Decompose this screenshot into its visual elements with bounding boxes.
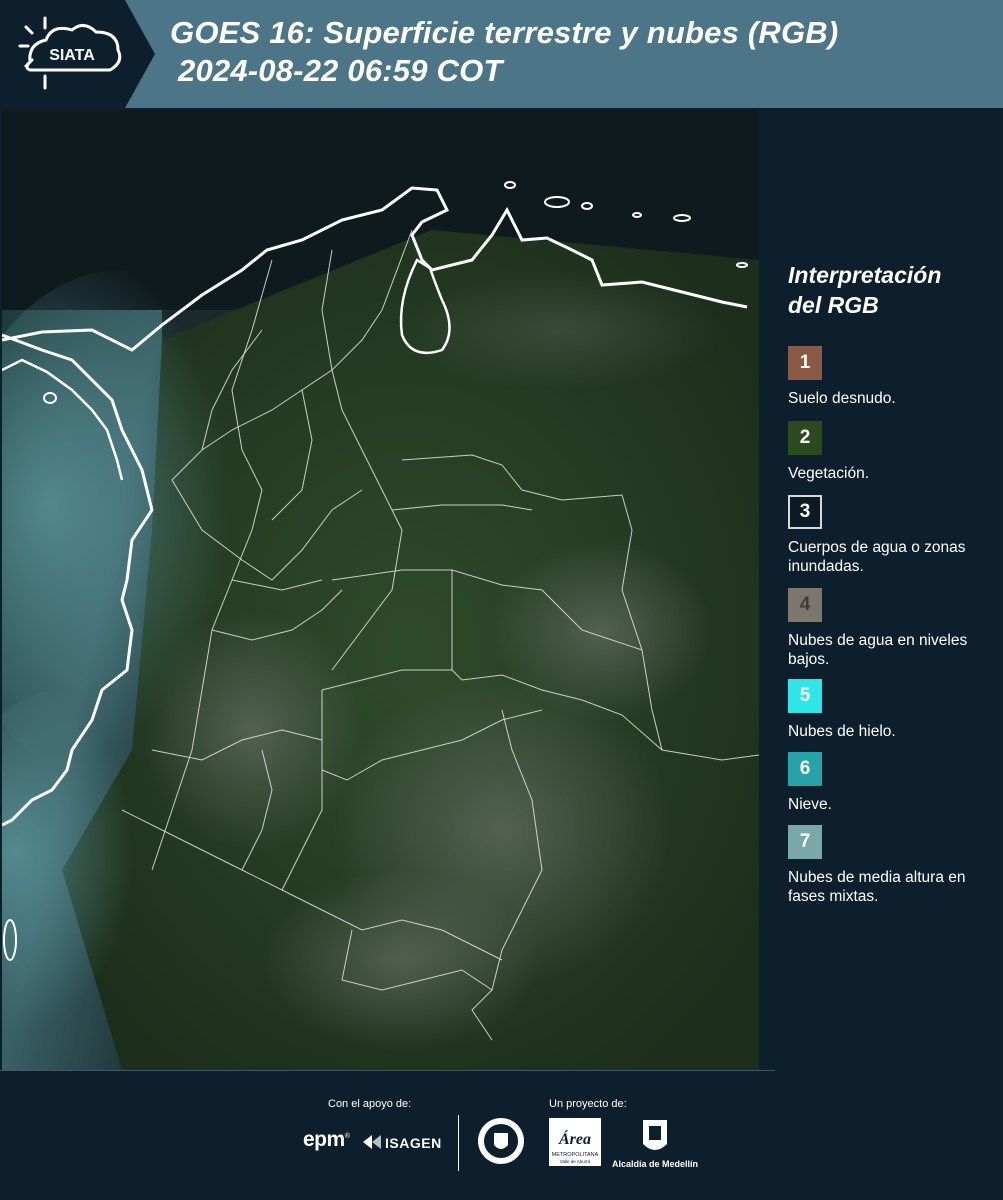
legend-label-3: Cuerpos de agua o zonas inundadas. <box>788 539 966 575</box>
isagen-logo: ISAGEN <box>385 1135 442 1151</box>
svg-text:Valle de Aburrá: Valle de Aburrá <box>560 1159 591 1164</box>
legend-item-3: 3 Cuerpos de agua o zonas inundadas. <box>788 495 993 576</box>
legend-label-5: Nubes de hielo. <box>788 723 896 740</box>
legend-label-6: Nieve. <box>788 796 832 813</box>
legend-item-2: 2 Vegetación. <box>788 421 993 483</box>
legend-label-4: Nubes de agua en niveles bajos. <box>788 632 968 668</box>
legend-swatch-4: 4 <box>788 588 822 622</box>
page-title: GOES 16: Superficie terrestre y nubes (R… <box>170 14 838 90</box>
satellite-map[interactable] <box>2 110 759 1070</box>
svg-text:METROPOLITANA: METROPOLITANA <box>552 1152 599 1158</box>
legend-item-6: 6 Nieve. <box>788 752 993 814</box>
university-seal-icon <box>478 1118 524 1164</box>
alcaldia-medellin-shield-icon <box>643 1120 667 1150</box>
isagen-mark-icon <box>363 1135 381 1149</box>
title-datetime: 2024-08-22 06:59 COT <box>178 53 503 88</box>
title-line-1: GOES 16: Superficie terrestre y nubes (R… <box>170 15 839 50</box>
alcaldia-medellin-label: Alcaldía de Medellín <box>612 1159 699 1169</box>
legend-swatch-2: 2 <box>788 421 822 455</box>
legend-title: Interpretación del RGB <box>788 260 993 320</box>
legend-item-5: 5 Nubes de hielo. <box>788 679 993 741</box>
epm-logo-text: epm <box>303 1128 345 1151</box>
legend-swatch-1: 1 <box>788 346 822 380</box>
svg-text:SIATA: SIATA <box>49 47 95 64</box>
siata-logo: SIATA <box>0 0 155 108</box>
legend-item-7: 7 Nubes de media altura en fases mixtas. <box>788 825 993 906</box>
legend-label-1: Suelo desnudo. <box>788 390 896 407</box>
area-metropolitana-logo: Área METROPOLITANA Valle de Aburrá <box>549 1118 601 1166</box>
epm-logo: epm® <box>303 1128 350 1151</box>
rgb-legend: Interpretación del RGB 1 Suelo desnudo. … <box>760 108 1003 1070</box>
legend-label-7: Nubes de media altura en fases mixtas. <box>788 869 966 905</box>
legend-title-line-1: Interpretación <box>788 262 942 288</box>
legend-swatch-7: 7 <box>788 825 822 859</box>
project-label: Un proyecto de: <box>549 1098 627 1110</box>
legend-label-2: Vegetación. <box>788 465 870 482</box>
legend-item-1: 1 Suelo desnudo. <box>788 346 993 408</box>
legend-swatch-6: 6 <box>788 752 822 786</box>
footer-vertical-divider <box>458 1115 459 1171</box>
support-label: Con el apoyo de: <box>328 1098 412 1110</box>
legend-swatch-5: 5 <box>788 679 822 713</box>
header: SIATA GOES 16: Superficie terrestre y nu… <box>0 0 1003 108</box>
footer-divider-line <box>0 1070 775 1071</box>
legend-swatch-3: 3 <box>788 495 822 529</box>
legend-item-4: 4 Nubes de agua en niveles bajos. <box>788 588 993 669</box>
footer: Con el apoyo de: Un proyecto de: epm® IS… <box>0 1070 1003 1200</box>
svg-text:Área: Área <box>558 1129 591 1148</box>
legend-title-line-2: del RGB <box>788 292 879 318</box>
